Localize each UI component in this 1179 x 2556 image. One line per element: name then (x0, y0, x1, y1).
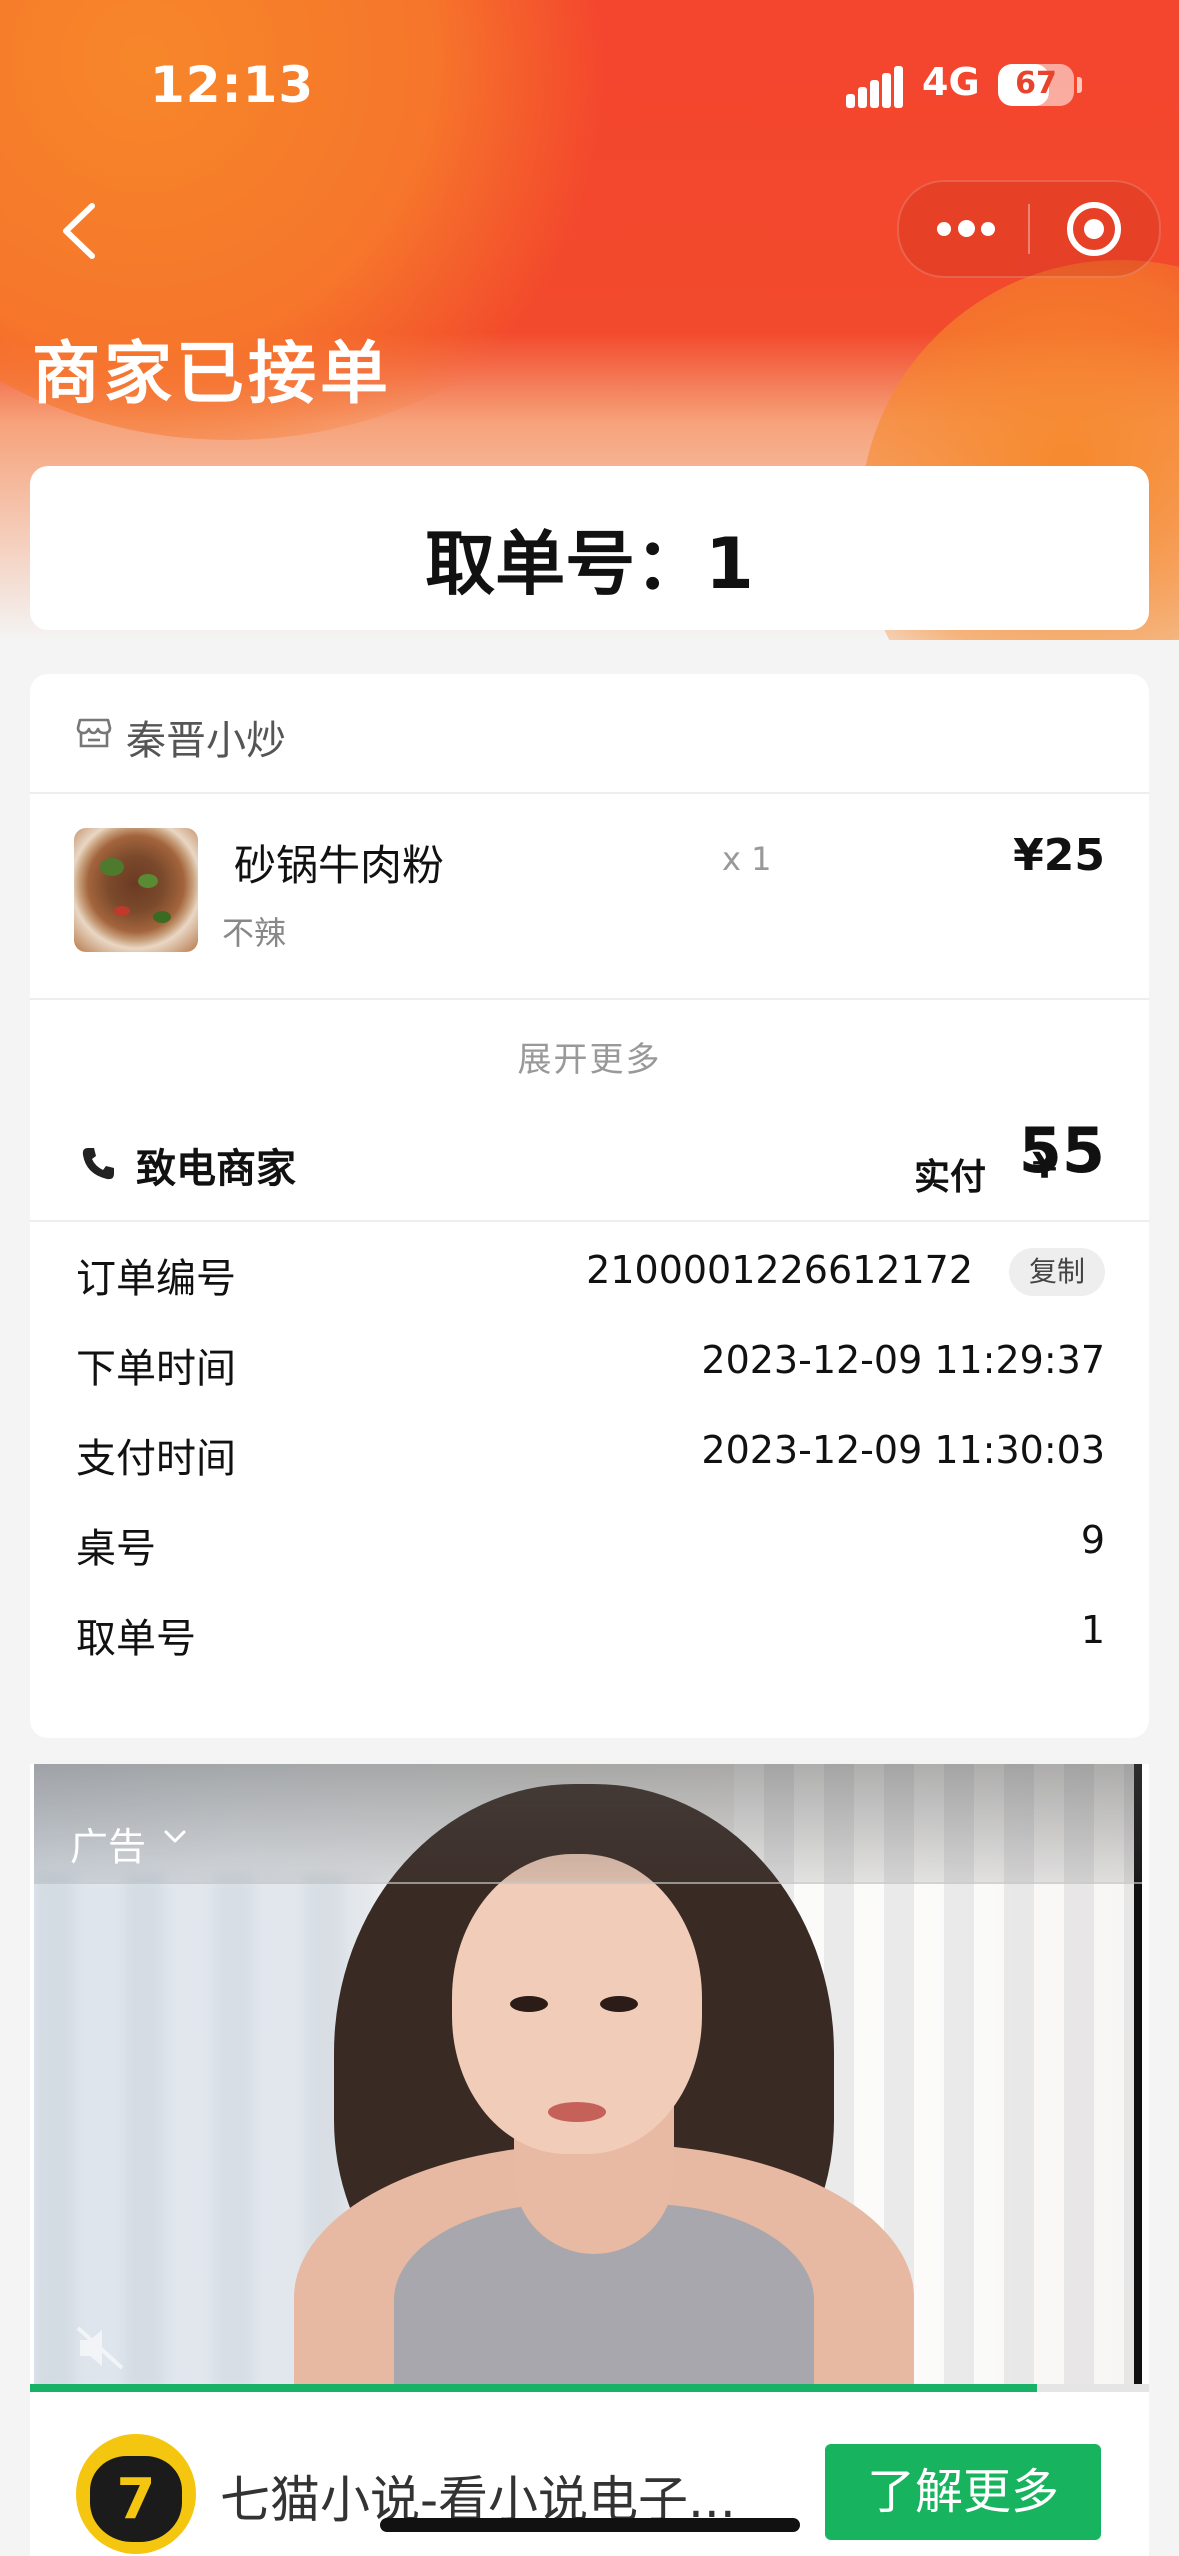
order-info-list: 订单编号 2100001226612172 复制 下单时间 2023-12-09… (30, 1226, 1149, 1676)
paid-amount: 55 (1018, 1114, 1105, 1187)
order-number-value: 2100001226612172 (586, 1248, 973, 1292)
learn-more-button[interactable]: 了解更多 (825, 2444, 1101, 2540)
info-row-pickup: 取单号 1 (30, 1586, 1149, 1676)
order-card: 秦晋小炒 砂锅牛肉粉 不辣 x 1 ¥25 展开更多 致电商家 实付 ¥ 55 … (30, 674, 1149, 1738)
dish-name: 砂锅牛肉粉 (234, 841, 445, 890)
dish-price: ¥25 (1013, 830, 1105, 881)
dish-quantity: x 1 (722, 840, 772, 878)
dish-image (74, 828, 198, 952)
home-indicator (380, 2518, 800, 2532)
dish-spec: 不辣 (222, 914, 287, 952)
battery-level: 67 (1015, 66, 1057, 101)
info-label: 取单号 (76, 1616, 196, 1662)
battery-icon: 67 (998, 64, 1074, 106)
paid-label: 实付 (914, 1157, 987, 1198)
ad-logo-seven: 7 (116, 2467, 156, 2532)
pay-time-value: 2023-12-09 11:30:03 (701, 1428, 1105, 1472)
ad-photo-eye (510, 1996, 548, 2012)
info-row-order-number: 订单编号 2100001226612172 复制 (30, 1226, 1149, 1316)
pickup-card: 取单号：1 (30, 466, 1149, 630)
info-row-table: 桌号 9 (30, 1496, 1149, 1586)
info-label: 支付时间 (76, 1436, 236, 1482)
ad-progress-bar (30, 2384, 1038, 2392)
table-number-value: 9 (1080, 1518, 1105, 1562)
ad-photo-eye (600, 1996, 638, 2012)
info-label: 桌号 (76, 1526, 156, 1572)
target-circle-icon[interactable] (1067, 202, 1121, 256)
ad-label[interactable]: 广告 (70, 1816, 146, 1871)
network-type: 4G (922, 60, 980, 104)
mini-program-capsule (897, 180, 1161, 278)
pickup-number-value: 1 (1080, 1608, 1105, 1652)
call-row: 致电商家 实付 ¥ 55 (30, 1100, 1149, 1222)
order-time-value: 2023-12-09 11:29:37 (701, 1338, 1105, 1382)
shop-name: 秦晋小炒 (126, 718, 286, 764)
capsule-divider (1028, 204, 1030, 254)
chevron-down-icon[interactable] (162, 1824, 188, 1850)
expand-more-label: 展开更多 (517, 1040, 662, 1080)
mute-icon[interactable] (74, 2324, 130, 2372)
call-merchant-button[interactable]: 致电商家 (136, 1136, 296, 1194)
expand-more-button[interactable]: 展开更多 (30, 1000, 1149, 1100)
more-dots-icon[interactable] (937, 216, 997, 242)
pickup-number: 取单号：1 (425, 523, 754, 605)
info-label: 订单编号 (76, 1256, 236, 1302)
order-item: 砂锅牛肉粉 不辣 x 1 ¥25 (30, 792, 1149, 1000)
signal-icon (846, 66, 903, 108)
back-button[interactable] (52, 196, 108, 266)
ad-progress-track (30, 2384, 1149, 2392)
ad-app-logo[interactable]: 7 (76, 2434, 196, 2554)
battery-tip (1077, 77, 1082, 93)
ad-top-shade (34, 1764, 1142, 1884)
store-icon (76, 718, 112, 748)
ad-photo-lips (548, 2102, 606, 2122)
chevron-left-icon (63, 203, 95, 259)
status-time: 12:13 (150, 56, 315, 114)
info-row-pay-time: 支付时间 2023-12-09 11:30:03 (30, 1406, 1149, 1496)
info-label: 下单时间 (76, 1346, 236, 1392)
ad-video[interactable]: 广告 (34, 1764, 1142, 2384)
shop-row[interactable]: 秦晋小炒 (30, 674, 1149, 794)
copy-button[interactable]: 复制 (1008, 1248, 1105, 1296)
phone-icon (82, 1148, 114, 1180)
page-title: 商家已接单 (32, 335, 393, 414)
info-row-order-time: 下单时间 2023-12-09 11:29:37 (30, 1316, 1149, 1406)
ad-banner[interactable]: 广告 7 七猫小说-看小说电子... 了解更多 (30, 1764, 1149, 2556)
